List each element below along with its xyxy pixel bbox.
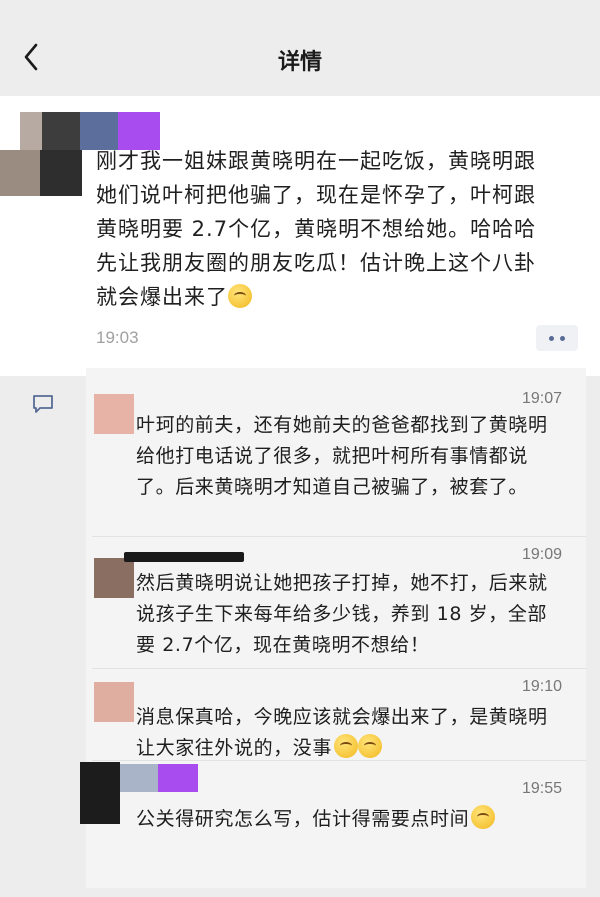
- post-line: 刚才我一姐妹跟黄晓明在一起吃饭，黄晓明跟: [96, 149, 536, 173]
- post-line: 黄晓明要 2.7个亿，黄晓明不想给她。哈哈哈: [96, 217, 537, 241]
- comment-text-body: 公关得研究怎么写，估计得需要点时间: [136, 808, 470, 830]
- post-line-last: 就会爆出来了: [96, 280, 586, 314]
- nav-bar: 详情: [0, 0, 600, 92]
- comment-item[interactable]: 19:09 然后黄晓明说让她把孩子打掉，她不打，后来就说孩子生下来每年给多少钱，…: [86, 540, 586, 664]
- dot-icon: [560, 335, 565, 341]
- comment-icon: [33, 395, 53, 413]
- avatar[interactable]: [94, 558, 134, 598]
- comment-item[interactable]: 19:07 叶珂的前夫，还有她前夫的爸爸都找到了黄晓明给他打电话说了很多，就把叶…: [86, 380, 586, 530]
- comment-item[interactable]: 19:10 消息保真哈，今晚应该就会爆出来了，是黄晓明让大家往外说的，没事: [86, 672, 586, 759]
- post-timestamp: 19:03: [96, 328, 139, 347]
- post-line: 先让我朋友圈的朋友吃瓜！估计晚上这个八卦: [96, 251, 536, 275]
- dot-icon: [549, 335, 554, 341]
- comment-item[interactable]: 19:55 公关得研究怎么写，估计得需要点时间: [80, 760, 586, 860]
- comment-timestamp: 19:07: [521, 390, 562, 407]
- avatar-mosaic: [158, 764, 198, 792]
- divider: [92, 668, 586, 669]
- comment-timestamp: 19:09: [521, 546, 562, 563]
- comment-timestamp: 19:55: [521, 780, 562, 797]
- comment-text: 公关得研究怎么写，估计得需要点时间: [136, 804, 566, 835]
- avatar-mosaic-strip: [124, 552, 244, 562]
- avatar[interactable]: [94, 682, 134, 722]
- page-title: 详情: [277, 50, 322, 75]
- post-text: 刚才我一姐妹跟黄晓明在一起吃饭，黄晓明跟 她们说叶柯把他骗了，现在是怀孕了，叶柯…: [96, 144, 586, 314]
- moment-post: 刚才我一姐妹跟黄晓明在一起吃饭，黄晓明跟 她们说叶柯把他骗了，现在是怀孕了，叶柯…: [0, 96, 600, 376]
- post-line: 她们说叶柯把他骗了，现在是怀孕了，叶柯跟: [96, 183, 536, 207]
- emoji-icon: [334, 734, 359, 758]
- avatar[interactable]: [80, 762, 120, 824]
- comment-text: 然后黄晓明说让她把孩子打掉，她不打，后来就说孩子生下来每年给多少钱，养到 18 …: [136, 572, 548, 656]
- avatar-mosaic: [120, 764, 158, 792]
- comment-text: 消息保真哈，今晚应该就会爆出来了，是黄晓明让大家往外说的，没事: [136, 702, 566, 764]
- emoji-icon: [471, 805, 496, 829]
- comment-timestamp: 19:10: [521, 678, 562, 695]
- emoji-icon: [228, 284, 252, 308]
- avatar[interactable]: [94, 394, 134, 434]
- comment-text: 叶珂的前夫，还有她前夫的爸爸都找到了黄晓明给他打电话说了很多，就把叶柯所有事情都…: [136, 414, 548, 498]
- divider: [92, 536, 586, 537]
- post-line: 就会爆出来了: [96, 285, 228, 309]
- emoji-icon: [358, 734, 383, 758]
- more-options-button[interactable]: [536, 325, 578, 351]
